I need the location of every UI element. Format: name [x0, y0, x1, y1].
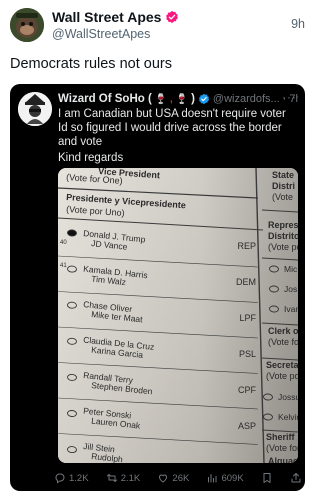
ballot-right-column-text: (Vote [272, 192, 293, 202]
ape-avatar-icon [10, 8, 44, 42]
quoted-display-name-end: ) [191, 93, 195, 105]
views-button[interactable]: 609K [206, 472, 244, 484]
ballot-party: REP [237, 241, 256, 251]
bookmark-button[interactable] [261, 472, 273, 484]
action-bar: 1.2K 2.1K 26K 609K [54, 470, 302, 486]
ballot-right-column-text: Alguacil [268, 456, 298, 463]
ballot-margin-number: 40 [60, 240, 67, 246]
quoted-text: I am Canadian but USA doesn't require vo… [58, 108, 286, 148]
repost-button[interactable]: 2.1K [106, 472, 141, 484]
display-name[interactable]: Wall Street Apes [52, 9, 161, 25]
quoted-tweet[interactable]: Wizard Of SoHo ( 🍷 , 🍷 ) @wizardofs... ·… [10, 84, 305, 491]
ballot-right-column-text: Distrito [268, 231, 298, 241]
ballot-image: Vice President(Vote for One)Presidente y… [58, 168, 298, 463]
ballot-margin-number: 41 [60, 263, 67, 269]
ballot-party: ASP [238, 421, 256, 431]
ballot-photo[interactable]: Vice President (Vote for One) Presidente y… [58, 168, 298, 463]
repost-count: 2.1K [120, 472, 141, 484]
like-button[interactable]: 26K [157, 472, 189, 484]
handle[interactable]: @WallStreetApes [52, 27, 150, 41]
ballot-right-column-text: State [272, 170, 294, 180]
quoted-display-name[interactable]: Wizard Of SoHo ( [58, 93, 152, 105]
ballot-party: DEM [236, 277, 256, 287]
ballot-party: CPF [238, 385, 257, 395]
repost-icon [106, 474, 117, 482]
ballot-right-column-text: Ivan [284, 304, 298, 314]
ballot-right-column-text: Mic [284, 264, 298, 274]
bookmark-icon [263, 473, 271, 483]
heart-icon [159, 474, 168, 483]
ballot-right-column-text: Kelvin S [278, 412, 298, 422]
ballot-party: LPF [239, 313, 256, 323]
blue-verified-icon [198, 93, 210, 105]
reply-count: 1.2K [69, 472, 89, 484]
verified-badge-icon [166, 10, 179, 24]
tweet-text: Democrats rules not ours [10, 56, 172, 72]
timestamp[interactable]: 9h [291, 17, 305, 31]
quoted-signoff: Kind regards [58, 152, 124, 164]
ballot-right-column-text: Jos [284, 284, 297, 294]
reply-icon [55, 473, 65, 484]
tweet-header: Wall Street Apes @WallStreetApes 9h [10, 8, 305, 42]
views-chart-icon [208, 474, 217, 483]
ballot-right-column-text: Distri [272, 181, 295, 191]
avatar[interactable] [10, 8, 44, 42]
reply-button[interactable]: 1.2K [54, 472, 89, 484]
share-icon [291, 473, 301, 483]
wine-emoji-icons: 🍷 , 🍷 [154, 93, 189, 105]
quoted-avatar[interactable] [18, 92, 52, 126]
ballot-right-column-text: Secretario [266, 360, 298, 370]
quoted-handle[interactable]: @wizardofs... [213, 93, 280, 105]
ballot-right-column-text: (Vote por U [266, 371, 298, 381]
share-button[interactable] [290, 472, 302, 484]
ballot-oval-filled [67, 229, 77, 237]
ballot-party: PSL [239, 349, 256, 359]
more-options-icon[interactable]: ··· [282, 90, 297, 104]
ballot-right-column-text: Jossue [278, 392, 298, 402]
ballot-right-column-text: (Vote for One) [266, 443, 298, 453]
ballot-right-column-text: Clerk of th [268, 326, 298, 336]
like-count: 26K [172, 472, 190, 484]
views-count: 609K [221, 472, 244, 484]
ballot-right-column-text: Sheriff [266, 432, 296, 442]
ballot-right-column-text: Repres [268, 220, 298, 230]
wizard-avatar-icon [18, 92, 52, 126]
ballot-right-column-text: (Vote po [268, 242, 298, 252]
ballot-right-column-text: (Vote for O [268, 337, 298, 347]
